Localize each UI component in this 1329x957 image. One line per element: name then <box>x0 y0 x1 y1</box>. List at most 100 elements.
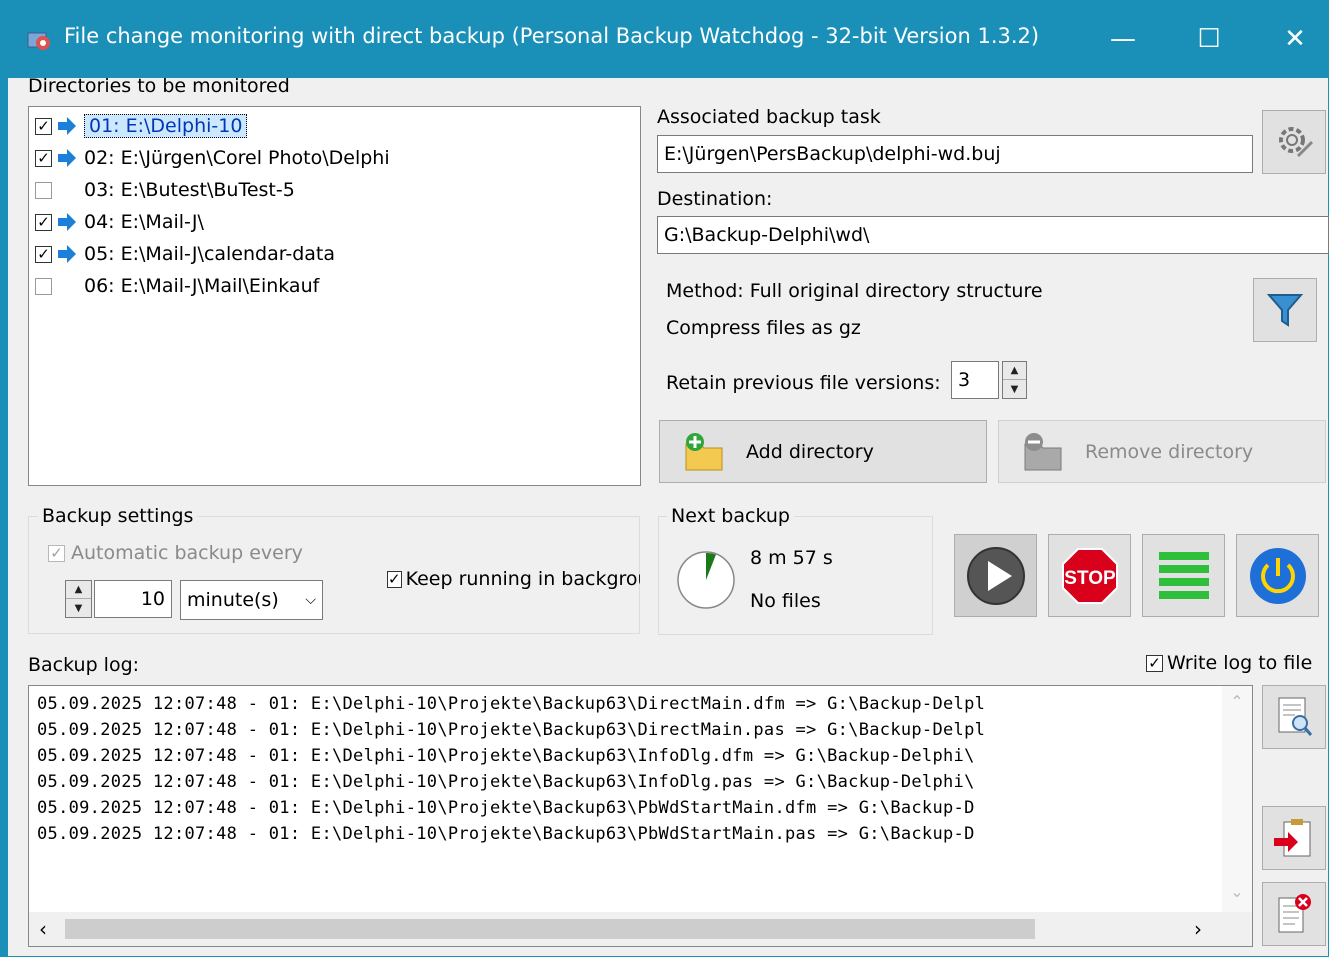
backup-settings-title: Backup settings <box>38 505 198 527</box>
task-settings-button[interactable] <box>1262 110 1326 174</box>
arrow-right-icon <box>58 213 76 231</box>
spin-down-icon[interactable]: ▼ <box>66 599 91 617</box>
retain-spinner[interactable]: ▲ ▼ <box>1002 361 1027 399</box>
directory-item[interactable]: ✓ 05: E:\Mail-J\calendar-data <box>35 239 335 269</box>
checkbox-icon: ✓ <box>1146 654 1163 672</box>
log-list-button[interactable] <box>1142 534 1225 617</box>
retain-label: Retain previous file versions: <box>666 372 941 394</box>
directory-item[interactable]: 03: E:\Butest\BuTest-5 <box>35 175 295 205</box>
checkbox-icon[interactable]: ✓ <box>35 213 52 231</box>
directory-item-label: 04: E:\Mail-J\ <box>84 211 204 233</box>
chevron-down-icon: ⌵ <box>305 592 316 608</box>
directory-list[interactable]: ✓ 01: E:\Delphi-10 ✓ 02: E:\Jürgen\Corel Ph… <box>28 106 641 486</box>
arrow-right-icon <box>58 117 76 135</box>
directory-item-label: 01: E:\Delphi-10 <box>84 114 248 138</box>
arrow-right-icon <box>58 149 76 167</box>
document-delete-icon <box>1278 894 1311 933</box>
log-line: 05.09.2025 12:07:48 - 01: E:\Delphi-10\P… <box>37 824 975 844</box>
auto-backup-label: Automatic backup every <box>71 542 303 564</box>
arrow-right-icon <box>58 245 76 263</box>
write-log-label: Write log to file <box>1167 652 1313 674</box>
retain-versions-field[interactable]: 3 <box>951 361 999 399</box>
directory-item[interactable]: ✓ 04: E:\Mail-J\ <box>35 207 204 237</box>
log-line: 05.09.2025 12:07:48 - 01: E:\Delphi-10\P… <box>37 772 975 792</box>
minimize-button[interactable]: — <box>1080 0 1166 78</box>
add-directory-label: Add directory <box>746 440 874 463</box>
checkbox-icon[interactable]: ✓ <box>35 149 52 167</box>
directory-item[interactable]: 06: E:\Mail-J\Mail\Einkauf <box>35 271 319 301</box>
checkbox-icon[interactable] <box>35 277 52 295</box>
log-line: 05.09.2025 12:07:48 - 01: E:\Delphi-10\P… <box>37 798 975 818</box>
directory-item-label: 03: E:\Butest\BuTest-5 <box>84 179 295 201</box>
stop-sign-icon: STOP <box>1061 547 1118 604</box>
directory-item-label: 02: E:\Jürgen\Corel Photo\Delphi <box>84 147 390 169</box>
interval-field[interactable]: 10 <box>94 580 172 618</box>
filter-button[interactable] <box>1253 278 1317 342</box>
clipboard-paste-icon <box>1274 819 1311 857</box>
log-line: 05.09.2025 12:07:48 - 01: E:\Delphi-10\P… <box>37 720 986 740</box>
auto-backup-checkbox[interactable]: ✓ Automatic backup every <box>48 542 303 564</box>
write-log-checkbox[interactable]: ✓ Write log to file <box>1146 652 1312 674</box>
checkbox-icon: ✓ <box>48 544 65 562</box>
directories-label: Directories to be monitored <box>28 75 290 97</box>
interval-unit-value: minute(s) <box>187 589 279 611</box>
copy-log-button[interactable] <box>1262 806 1326 870</box>
stop-button[interactable]: STOP <box>1048 534 1131 617</box>
keep-running-label: Keep running in backgrou <box>405 568 640 590</box>
checkbox-icon[interactable]: ✓ <box>35 117 52 135</box>
scroll-right-icon[interactable]: › <box>1194 917 1202 941</box>
power-icon <box>1249 547 1306 604</box>
app-icon <box>27 32 50 50</box>
scroll-up-icon[interactable]: ⌃ <box>1222 692 1252 711</box>
svg-text:STOP: STOP <box>1064 568 1116 589</box>
next-backup-title: Next backup <box>667 505 794 527</box>
directory-item[interactable]: ✓ 02: E:\Jürgen\Corel Photo\Delphi <box>35 143 390 173</box>
interval-spinner[interactable]: ▲ ▼ <box>65 580 92 618</box>
next-backup-files: No files <box>750 590 821 612</box>
remove-directory-label: Remove directory <box>1085 440 1254 463</box>
gear-pencil-icon <box>1279 127 1314 158</box>
spin-down-icon[interactable]: ▼ <box>1003 380 1026 398</box>
close-button[interactable]: ✕ <box>1252 0 1329 78</box>
checkbox-icon[interactable]: ✓ <box>35 245 52 263</box>
backup-log-box[interactable]: 05.09.2025 12:07:48 - 01: E:\Delphi-10\P… <box>28 685 1253 947</box>
scroll-thumb[interactable] <box>65 919 1035 939</box>
title-bar[interactable]: File change monitoring with direct backu… <box>0 0 1329 78</box>
next-backup-time: 8 m 57 s <box>750 547 833 569</box>
remove-directory-button[interactable]: Remove directory <box>998 420 1326 483</box>
directory-item[interactable]: ✓ 01: E:\Delphi-10 <box>35 111 248 141</box>
horizontal-scrollbar[interactable]: ‹ › <box>29 912 1252 946</box>
add-folder-icon <box>685 432 723 470</box>
view-log-button[interactable] <box>1262 685 1326 749</box>
log-line: 05.09.2025 12:07:48 - 01: E:\Delphi-10\P… <box>37 694 986 714</box>
document-search-icon <box>1278 697 1313 736</box>
keep-running-checkbox[interactable]: ✓ Keep running in backgrou <box>387 568 640 590</box>
scroll-down-icon[interactable]: ⌄ <box>1222 882 1252 901</box>
compress-text: Compress files as gz <box>666 317 861 339</box>
start-button[interactable] <box>954 534 1037 617</box>
add-directory-button[interactable]: Add directory <box>659 420 987 483</box>
filter-icon <box>1266 294 1304 327</box>
arrow-right-icon <box>56 179 78 201</box>
directory-item-label: 05: E:\Mail-J\calendar-data <box>84 243 335 265</box>
spin-up-icon[interactable]: ▲ <box>66 581 91 599</box>
maximize-button[interactable]: ☐ <box>1166 0 1252 78</box>
method-text: Method: Full original directory structur… <box>666 280 1043 302</box>
checkbox-icon: ✓ <box>387 569 402 588</box>
scroll-left-icon[interactable]: ‹ <box>39 917 47 941</box>
countdown-clock-icon <box>677 551 735 609</box>
interval-unit-select[interactable]: minute(s) ⌵ <box>180 580 323 620</box>
spin-up-icon[interactable]: ▲ <box>1003 362 1026 380</box>
play-icon <box>966 546 1025 605</box>
destination-field[interactable]: G:\Backup-Delphi\wd\ <box>657 216 1329 254</box>
arrow-right-icon <box>56 275 78 297</box>
window-title: File change monitoring with direct backu… <box>64 24 1040 48</box>
directory-item-label: 06: E:\Mail-J\Mail\Einkauf <box>84 275 320 297</box>
clear-log-button[interactable] <box>1262 882 1326 946</box>
backup-task-label: Associated backup task <box>657 106 881 128</box>
power-button[interactable] <box>1236 534 1319 617</box>
vertical-scrollbar[interactable]: ⌃ ⌄ <box>1222 686 1252 912</box>
backup-task-field[interactable]: E:\Jürgen\PersBackup\delphi-wd.buj <box>657 135 1253 173</box>
checkbox-icon[interactable] <box>35 181 52 199</box>
backup-log-label: Backup log: <box>28 654 140 676</box>
